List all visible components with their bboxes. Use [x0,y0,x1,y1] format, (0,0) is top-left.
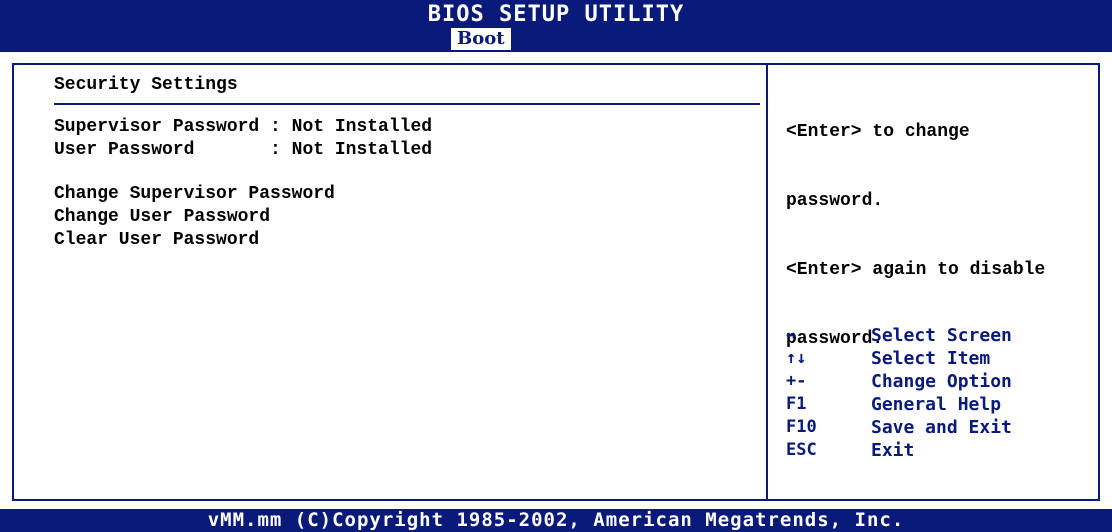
title-bar: BIOS SETUP UTILITY Boot [0,0,1112,52]
key-description: Change Option [871,371,1012,392]
key-f1: F1 [786,394,807,414]
main-panel: Security Settings Supervisor Password : … [12,63,768,501]
key-esc: ESC [786,440,817,460]
clear-user-password-item[interactable]: Clear User Password [54,230,259,250]
change-supervisor-password-item[interactable]: Change Supervisor Password [54,184,335,204]
help-line: <Enter> to change [786,122,970,142]
help-line: <Enter> again to disable [786,260,1046,280]
up-down-arrow-icon: ↑↓ [786,348,807,368]
supervisor-password-status: Supervisor Password : Not Installed [54,117,433,137]
copyright-bar: vMM.mm (C)Copyright 1985-2002, American … [0,509,1112,532]
title-divider [54,103,760,105]
key-description: Save and Exit [871,417,1012,438]
key-f10: F10 [786,417,817,437]
app-title: BIOS SETUP UTILITY [427,2,685,27]
tab-boot[interactable]: Boot [451,28,511,50]
plus-minus-icon: +- [786,371,807,391]
help-line: password. [786,191,884,211]
key-description: Select Screen [871,325,1012,346]
section-title: Security Settings [54,75,238,95]
help-panel: <Enter> to change password. <Enter> agai… [766,63,1100,501]
key-description: Select Item [871,348,991,369]
key-description: Exit [871,440,915,461]
key-description: General Help [871,394,1002,415]
left-right-arrow-icon: ↔ [786,325,797,345]
user-password-status: User Password : Not Installed [54,140,433,160]
change-user-password-item[interactable]: Change User Password [54,207,270,227]
